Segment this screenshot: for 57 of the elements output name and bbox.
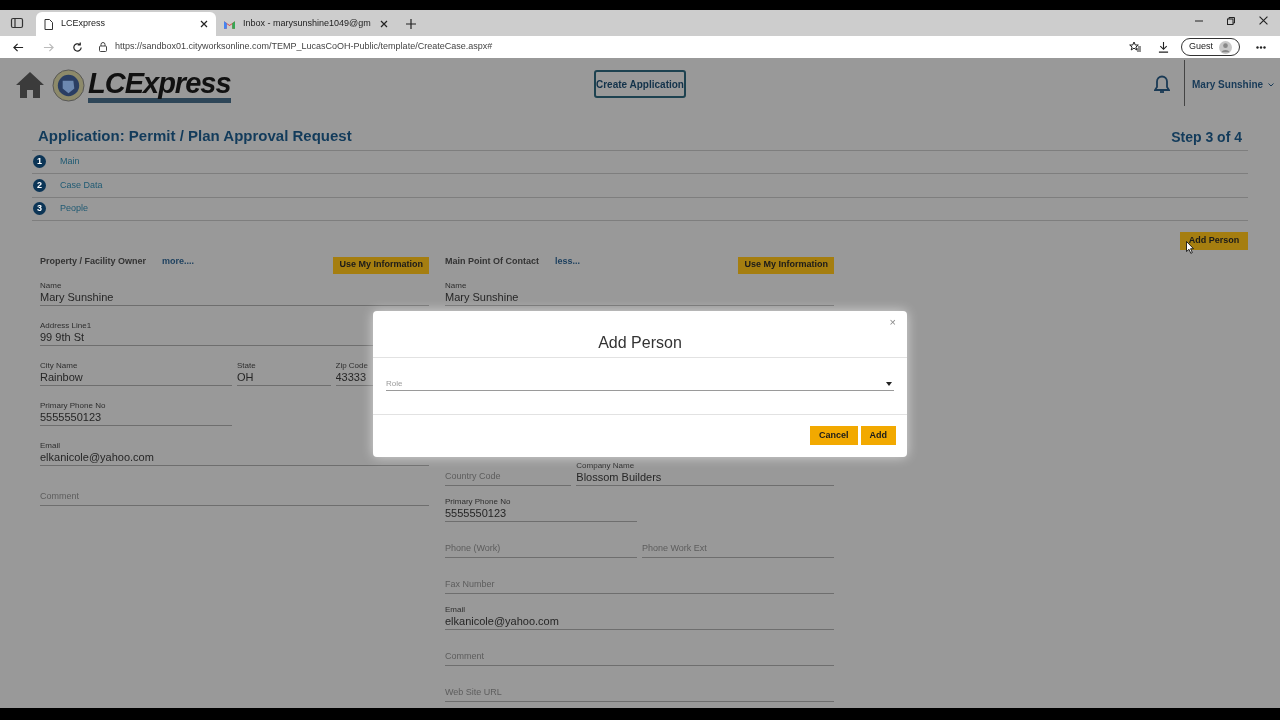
tab-title: Inbox - marysunshine1049@gm <box>243 17 372 31</box>
step-number: 2 <box>33 178 46 192</box>
dialog-button[interactable]: Add <box>860 426 896 445</box>
url-text: https://sandbox01.cityworksonline.com/TEMP_LucasCoOH-Public/template/CreateCase.aspx# <box>115 40 493 54</box>
close-icon[interactable] <box>200 20 208 28</box>
use-my-information-button[interactable]: Use My Information <box>738 256 834 274</box>
add-person-button[interactable]: Add Person <box>1180 232 1248 250</box>
bell-icon[interactable] <box>1154 75 1170 95</box>
dialog-title: Add Person <box>598 333 682 353</box>
step-number: 3 <box>33 202 46 216</box>
step-link[interactable]: People <box>60 202 89 216</box>
input-field[interactable]: Name Mary Sunshine <box>445 272 834 306</box>
toggle-link[interactable]: more.... <box>162 255 195 269</box>
caret-icon <box>886 381 892 386</box>
cursor-icon <box>1186 241 1194 254</box>
download-icon[interactable] <box>1158 41 1169 53</box>
user-menu[interactable]: Mary Sunshine <box>1192 77 1275 92</box>
more-icon[interactable] <box>1256 45 1266 49</box>
close-icon[interactable] <box>380 20 388 28</box>
browser-tab[interactable]: Inbox - marysunshine1049@gm <box>216 12 396 36</box>
input-field[interactable]: Name Mary Sunshine <box>40 272 429 306</box>
section-title: Main Point Of Contact <box>445 255 539 269</box>
browser-tab[interactable]: LCExpress <box>36 12 216 36</box>
lock-icon <box>99 42 107 52</box>
dialog-button[interactable]: Cancel <box>810 426 858 445</box>
new-tab-icon[interactable] <box>406 19 416 29</box>
input-field[interactable]: Primary Phone No 5555550123 <box>445 488 637 522</box>
step-link[interactable]: Case Data <box>60 178 103 192</box>
input-field[interactable]: Primary Phone No 5555550123 <box>40 392 232 426</box>
favorites-icon[interactable] <box>1129 41 1141 53</box>
close-icon[interactable] <box>1259 16 1268 25</box>
step-indicator: Step 3 of 4 <box>1171 127 1242 147</box>
tab-title: LCExpress <box>61 17 106 31</box>
input-field[interactable]: Email elkanicole@yahoo.com <box>445 596 834 630</box>
address-bar[interactable]: https://sandbox01.cityworksonline.com/TEMP_LucasCoOH-Public/template/CreateCase.aspx# <box>93 37 1121 57</box>
use-my-information-button[interactable]: Use My Information <box>333 256 429 274</box>
input-field[interactable]: State OH <box>237 352 331 386</box>
home-icon[interactable] <box>15 71 45 99</box>
restore-icon[interactable] <box>1227 16 1235 25</box>
refresh-icon[interactable] <box>72 41 83 53</box>
mail-icon <box>224 19 235 29</box>
create-application-button[interactable]: Create Application <box>594 70 686 98</box>
sidebar-icon[interactable] <box>10 16 24 30</box>
avatar-icon <box>1219 40 1232 54</box>
toggle-link[interactable]: less... <box>555 255 581 269</box>
step-link[interactable]: Main <box>60 155 80 169</box>
step-number: 1 <box>33 155 46 169</box>
back-icon[interactable] <box>13 41 24 53</box>
close-button[interactable]: × <box>889 316 896 328</box>
page-icon <box>44 18 53 30</box>
input-field[interactable]: City Name Rainbow <box>40 352 232 386</box>
section-title: Property / Facility Owner <box>40 255 147 269</box>
logo-text: LCExpress <box>88 67 231 103</box>
page-title: Application: Permit / Plan Approval Request <box>38 126 352 146</box>
seal-icon <box>52 68 85 102</box>
chevron-down-icon <box>1268 82 1275 87</box>
role-dropdown[interactable]: Role <box>386 377 894 391</box>
